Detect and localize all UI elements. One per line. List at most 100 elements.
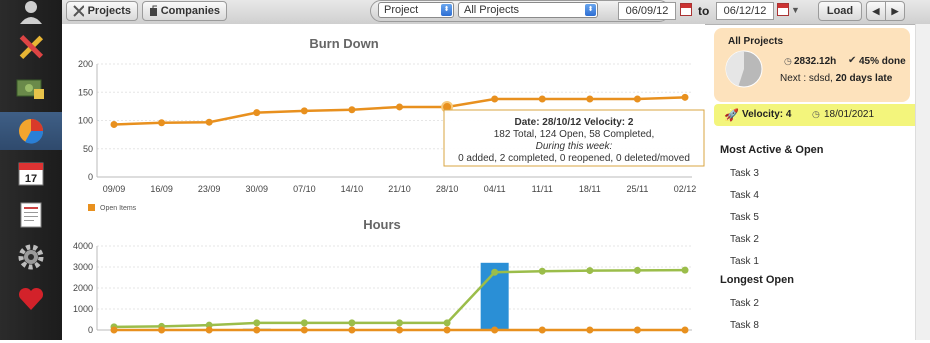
most-active-task[interactable]: Task 1 xyxy=(730,256,759,267)
y-tick-label: 3000 xyxy=(73,262,93,272)
charts-area: Burn Down 0 50 100 150 200 09/09 16/09 23/09 30/… xyxy=(62,24,705,340)
most-active-task[interactable]: Task 3 xyxy=(730,168,759,179)
burndown-tooltip: Date: 28/10/12 Velocity: 2 182 Total, 12… xyxy=(443,109,705,167)
x-tick-label: 14/10 xyxy=(341,184,364,194)
scrollbar[interactable] xyxy=(915,24,930,340)
date-from-input[interactable]: 06/09/12 xyxy=(618,2,676,20)
data-point xyxy=(586,326,594,334)
data-point xyxy=(300,107,308,115)
data-point xyxy=(396,319,403,327)
group-by-select[interactable]: Project ⬍ xyxy=(378,2,454,18)
previous-button[interactable]: ◀ xyxy=(866,1,886,21)
charts-canvas: Burn Down 0 50 100 150 200 09/09 16/09 23/09 30/… xyxy=(73,36,705,335)
data-point xyxy=(205,326,213,334)
x-tick-label: 11/11 xyxy=(532,184,553,194)
longest-open-title: Longest Open xyxy=(720,274,794,286)
data-point xyxy=(633,95,641,103)
data-point xyxy=(253,319,261,327)
rocket-icon: 🚀 xyxy=(724,108,739,122)
most-active-title: Most Active & Open xyxy=(720,144,824,156)
nav-calendar[interactable]: 17 xyxy=(0,154,62,192)
data-point xyxy=(491,326,499,334)
svg-text:17: 17 xyxy=(25,173,37,185)
data-point xyxy=(681,266,689,274)
data-point xyxy=(538,326,546,334)
nav-settings[interactable] xyxy=(0,238,62,276)
hours-title: Hours xyxy=(363,217,401,232)
burndown-title: Burn Down xyxy=(309,36,378,51)
heart-icon xyxy=(18,287,44,310)
companies-button-label: Companies xyxy=(160,5,220,17)
calendar-icon[interactable] xyxy=(777,3,789,16)
user-icon xyxy=(20,1,42,24)
data-point xyxy=(348,326,356,334)
load-button[interactable]: Load xyxy=(818,1,862,21)
select-arrows-icon: ⬍ xyxy=(441,4,452,16)
date-to-input[interactable]: 06/12/12 xyxy=(716,2,774,20)
x-tick-label: 25/11 xyxy=(626,184,648,194)
data-point xyxy=(205,118,213,126)
companies-button[interactable]: Companies xyxy=(142,1,227,21)
check-icon: ✔ xyxy=(848,55,857,66)
data-point xyxy=(491,268,499,276)
select-arrows-icon: ⬍ xyxy=(585,4,596,16)
projects-button[interactable]: Projects xyxy=(66,1,138,21)
chevron-down-icon[interactable]: ▼ xyxy=(791,5,800,15)
summary-next-late: 20 days late xyxy=(835,73,893,84)
data-point xyxy=(348,106,356,114)
longest-open-task[interactable]: Task 8 xyxy=(730,320,759,331)
tools-icon xyxy=(19,34,44,60)
y-tick-label: 200 xyxy=(78,59,93,69)
longest-open-task[interactable]: Task 2 xyxy=(730,298,759,309)
data-point xyxy=(443,326,451,334)
tools-icon xyxy=(73,5,84,17)
data-point xyxy=(491,95,499,103)
y-tick-label: 0 xyxy=(88,325,93,335)
most-active-task[interactable]: Task 2 xyxy=(730,234,759,245)
x-tick-label: 09/09 xyxy=(103,184,126,194)
tooltip-line-1: Date: 28/10/12 Velocity: 2 xyxy=(515,117,634,128)
projects-button-label: Projects xyxy=(87,5,131,17)
progress-pie xyxy=(725,50,763,88)
x-tick-label: 28/10 xyxy=(436,184,459,194)
data-point xyxy=(396,326,403,334)
clock-icon: ◷ xyxy=(784,56,792,66)
nav-documents[interactable] xyxy=(0,196,62,234)
x-tick-label: 02/12 xyxy=(674,184,697,194)
project-select-value: All Projects xyxy=(464,4,520,16)
x-tick-label: 18/11 xyxy=(579,184,601,194)
data-point xyxy=(538,95,546,103)
left-rail: 17 xyxy=(0,0,62,340)
hours-grid: 0 1000 2000 3000 4000 xyxy=(73,241,692,335)
date-range-separator: to xyxy=(698,4,710,18)
data-point xyxy=(586,267,594,275)
most-active-task[interactable]: Task 4 xyxy=(730,190,759,201)
nav-tools[interactable] xyxy=(0,28,62,66)
chevron-left-icon: ◀ xyxy=(872,5,880,16)
gear-icon xyxy=(18,244,44,270)
hours-series xyxy=(110,262,689,334)
clock-icon: ◷ xyxy=(812,109,820,119)
project-select[interactable]: All Projects ⬍ xyxy=(458,2,598,18)
data-point xyxy=(110,120,118,128)
x-tick-label: 04/11 xyxy=(484,184,506,194)
nav-user[interactable] xyxy=(0,0,62,30)
briefcase-icon xyxy=(150,5,157,16)
nav-money[interactable] xyxy=(0,70,62,108)
nav-favorites[interactable] xyxy=(0,280,62,318)
nav-charts[interactable] xyxy=(0,112,62,150)
calendar-icon[interactable] xyxy=(680,3,692,16)
y-tick-label: 4000 xyxy=(73,241,93,251)
data-point xyxy=(158,119,166,127)
data-point xyxy=(348,319,356,327)
money-icon xyxy=(16,79,44,99)
most-active-task[interactable]: Task 5 xyxy=(730,212,759,223)
y-tick-label: 0 xyxy=(88,172,93,182)
data-point xyxy=(633,266,641,274)
summary-next: Next : sdsd, 20 days late xyxy=(780,73,892,84)
data-point xyxy=(300,326,308,334)
data-point xyxy=(253,109,261,117)
summary-hours: 2832.12h xyxy=(794,56,837,67)
next-button[interactable]: ▶ xyxy=(885,1,905,21)
document-icon xyxy=(20,202,42,228)
